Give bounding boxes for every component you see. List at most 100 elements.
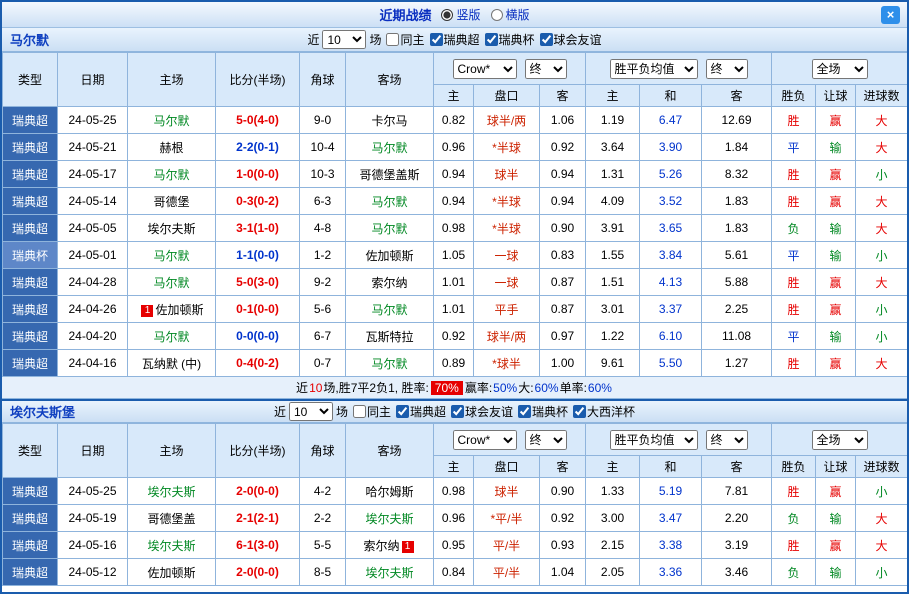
- same-venue-checkbox[interactable]: 同主: [386, 31, 424, 48]
- match-row: 瑞典超24-05-14哥德堡0-3(0-2)6-3马尔默0.94*半球0.944…: [3, 188, 908, 215]
- league-filter-checkbox[interactable]: 瑞典杯: [518, 403, 568, 420]
- date-cell: 24-05-12: [58, 559, 128, 586]
- handicap-result-cell: 赢: [816, 478, 856, 505]
- filter-checkbox-label: 瑞典杯: [499, 31, 535, 48]
- checkbox-icon[interactable]: [451, 405, 464, 418]
- score-cell: 6-1(3-0): [216, 532, 300, 559]
- checkbox-icon[interactable]: [353, 405, 366, 418]
- odds-final-select[interactable]: 终: [525, 430, 567, 450]
- corners-cell: 0-7: [300, 350, 346, 377]
- team-label: 马尔默: [371, 303, 407, 317]
- result-cell: 胜: [772, 478, 816, 505]
- handicap-result-cell: 输: [816, 215, 856, 242]
- odds-header-group: Crow* 终: [434, 424, 586, 456]
- avg-home-cell: 1.51: [586, 269, 640, 296]
- odds-company-select[interactable]: Crow*: [453, 59, 517, 79]
- date-cell: 24-05-19: [58, 505, 128, 532]
- scope-select[interactable]: 全场: [812, 430, 868, 450]
- checkbox-icon[interactable]: [518, 405, 531, 418]
- subheader-handicap: 盘口: [474, 456, 540, 478]
- scope-select[interactable]: 全场: [812, 59, 868, 79]
- subheader-handicap-result: 让球: [816, 456, 856, 478]
- avg-home-cell: 4.09: [586, 188, 640, 215]
- subheader-result: 胜负: [772, 85, 816, 107]
- league-filter-checkbox[interactable]: 瑞典超: [396, 403, 446, 420]
- handicap-cell: 一球: [474, 269, 540, 296]
- avg-draw-cell: 3.37: [640, 296, 702, 323]
- checkbox-icon[interactable]: [386, 33, 399, 46]
- column-header-date: 日期: [58, 53, 128, 107]
- handicap-result-cell: 输: [816, 323, 856, 350]
- subheader-handicap-result: 让球: [816, 85, 856, 107]
- away-team-cell: 马尔默: [346, 188, 434, 215]
- date-cell: 24-05-05: [58, 215, 128, 242]
- subheader-avg-home: 主: [586, 85, 640, 107]
- avg-away-cell: 3.46: [702, 559, 772, 586]
- wdl-final-select[interactable]: 终: [706, 59, 748, 79]
- avg-draw-cell: 3.65: [640, 215, 702, 242]
- wdl-avg-select[interactable]: 胜平负均值: [610, 430, 698, 450]
- league-filter-checkbox[interactable]: 球会友谊: [451, 403, 513, 420]
- subheader-handicap: 盘口: [474, 85, 540, 107]
- league-filter-checkbox[interactable]: 瑞典杯: [485, 31, 535, 48]
- league-cell: 瑞典超: [3, 559, 58, 586]
- league-cell: 瑞典超: [3, 350, 58, 377]
- summary-segment: 70%: [431, 381, 463, 395]
- close-icon[interactable]: ×: [881, 6, 900, 24]
- avg-away-cell: 1.27: [702, 350, 772, 377]
- handicap-cell: 球半: [474, 478, 540, 505]
- layout-option-vertical[interactable]: 竖版: [441, 6, 480, 23]
- league-filter-checkbox[interactable]: 大西洋杯: [573, 403, 635, 420]
- team-label: 佐加顿斯: [147, 566, 195, 580]
- handicap-cell: 球半/两: [474, 323, 540, 350]
- column-header-home: 主场: [128, 53, 216, 107]
- match-count-select[interactable]: 10: [322, 30, 366, 49]
- date-cell: 24-04-16: [58, 350, 128, 377]
- checkbox-icon[interactable]: [430, 33, 443, 46]
- column-header-date: 日期: [58, 424, 128, 478]
- score-cell: 3-1(1-0): [216, 215, 300, 242]
- subheader-odds-home: 主: [434, 456, 474, 478]
- checkbox-icon[interactable]: [573, 405, 586, 418]
- home-team-cell: 埃尔夫斯: [128, 215, 216, 242]
- team-label: 马尔默: [153, 249, 189, 263]
- home-team-cell: 马尔默: [128, 323, 216, 350]
- layout-option-horizontal[interactable]: 横版: [491, 6, 530, 23]
- away-team-cell: 哈尔姆斯: [346, 478, 434, 505]
- goals-cell: 大: [856, 107, 908, 134]
- league-cell: 瑞典超: [3, 134, 58, 161]
- league-filter-checkbox[interactable]: 瑞典超: [430, 31, 480, 48]
- date-cell: 24-05-25: [58, 107, 128, 134]
- summary-segment: 大:: [518, 379, 533, 396]
- checkbox-icon[interactable]: [540, 33, 553, 46]
- away-team-cell: 索尔纳: [346, 269, 434, 296]
- checkbox-icon[interactable]: [396, 405, 409, 418]
- goals-cell: 小: [856, 478, 908, 505]
- score-cell: 0-3(0-2): [216, 188, 300, 215]
- odds-final-select[interactable]: 终: [525, 59, 567, 79]
- vertical-layout-radio[interactable]: [441, 9, 453, 21]
- match-count-select[interactable]: 10: [289, 402, 333, 421]
- wdl-final-select[interactable]: 终: [706, 430, 748, 450]
- handicap-result-cell: 输: [816, 242, 856, 269]
- result-cell: 胜: [772, 296, 816, 323]
- score-cell: 0-1(0-0): [216, 296, 300, 323]
- odds-header-group: Crow* 终: [434, 53, 586, 85]
- result-cell: 平: [772, 323, 816, 350]
- checkbox-icon[interactable]: [485, 33, 498, 46]
- red-card-badge: 1: [141, 305, 153, 317]
- odds-away-cell: 0.83: [540, 242, 586, 269]
- summary-segment: 50%: [493, 381, 517, 395]
- avg-draw-cell: 6.47: [640, 107, 702, 134]
- league-cell: 瑞典超: [3, 296, 58, 323]
- result-cell: 平: [772, 134, 816, 161]
- match-row: 瑞典超24-04-261佐加顿斯0-1(0-0)5-6马尔默1.01平手0.87…: [3, 296, 908, 323]
- team-section-malmo: 马尔默 近10场同主瑞典超瑞典杯球会友谊 类型 日期 主场 比分(半场) 角球 …: [2, 28, 907, 399]
- same-venue-checkbox[interactable]: 同主: [353, 403, 391, 420]
- horizontal-layout-radio[interactable]: [491, 9, 503, 21]
- odds-company-select[interactable]: Crow*: [453, 430, 517, 450]
- corners-cell: 5-6: [300, 296, 346, 323]
- league-filter-checkbox[interactable]: 球会友谊: [540, 31, 602, 48]
- wdl-avg-select[interactable]: 胜平负均值: [610, 59, 698, 79]
- home-team-cell: 佐加顿斯: [128, 559, 216, 586]
